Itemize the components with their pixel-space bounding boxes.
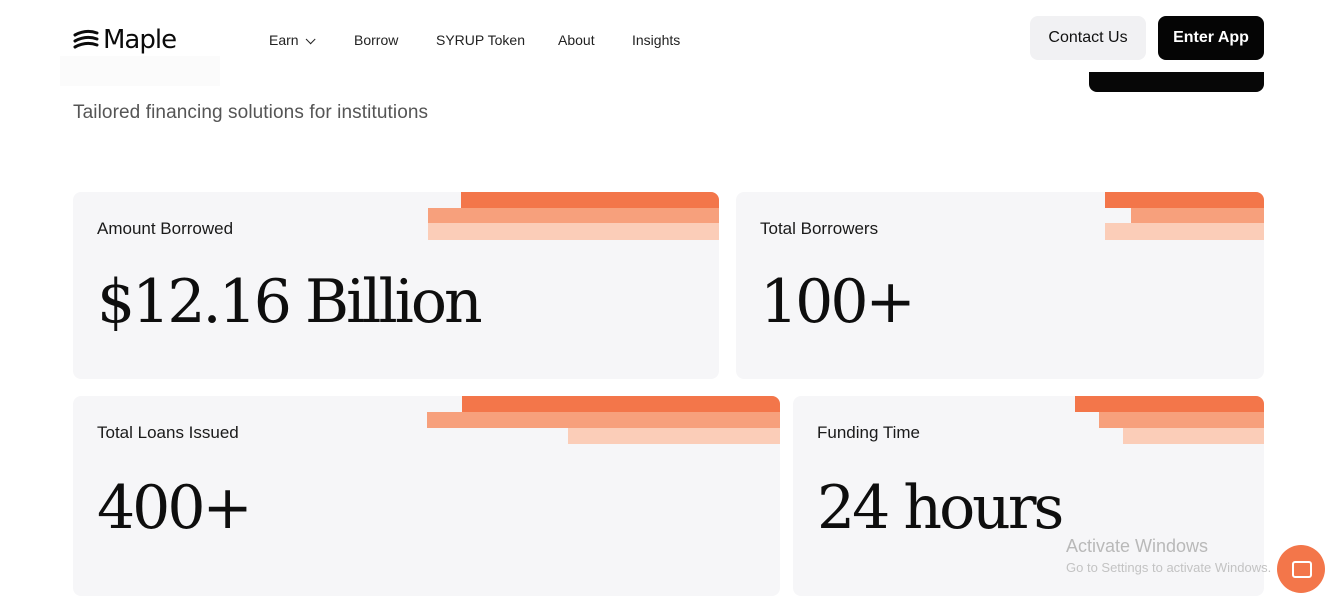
chat-icon[interactable] bbox=[1277, 545, 1325, 593]
stat-label: Amount Borrowed bbox=[97, 219, 234, 238]
maple-logo-icon bbox=[73, 29, 99, 49]
accent-stripe bbox=[1123, 428, 1264, 444]
background-shadow bbox=[60, 56, 220, 86]
watermark-title: Activate Windows bbox=[1066, 536, 1209, 556]
stat-value: $12.16 Billion bbox=[97, 267, 483, 337]
stat-label: Total Loans Issued bbox=[97, 423, 239, 442]
stat-label: Total Borrowers bbox=[760, 219, 879, 238]
stat-label: Funding Time bbox=[817, 423, 920, 442]
nav-insights[interactable]: Insights bbox=[632, 31, 680, 49]
watermark-subtitle: Go to Settings to activate Windows. bbox=[1066, 560, 1272, 575]
maple-logo[interactable]: Maple bbox=[73, 22, 177, 58]
stat-value: 400+ bbox=[97, 473, 253, 543]
stat-card-total-borrowers: Total Borrowers 100+ bbox=[736, 192, 1264, 379]
accent-stripe bbox=[568, 428, 780, 444]
nav-about[interactable]: About bbox=[558, 31, 595, 49]
stat-value: 24 hours bbox=[817, 473, 1064, 543]
accent-stripe bbox=[1075, 396, 1264, 412]
accent-stripe bbox=[1105, 192, 1264, 208]
contact-us-button[interactable]: Contact Us bbox=[1030, 16, 1146, 60]
accent-stripe bbox=[1105, 223, 1264, 240]
accent-stripe bbox=[1131, 208, 1264, 223]
accent-stripe bbox=[461, 192, 719, 208]
accent-stripe bbox=[427, 412, 780, 428]
chevron-down-icon bbox=[305, 34, 316, 45]
accent-stripe bbox=[462, 396, 780, 412]
enter-app-button[interactable]: Enter App bbox=[1158, 16, 1264, 60]
accent-stripe bbox=[428, 208, 719, 223]
stat-card-amount-borrowed: Amount Borrowed $12.16 Billion bbox=[73, 192, 719, 379]
hero-subtitle: Tailored financing solutions for institu… bbox=[73, 102, 429, 123]
stat-card-total-loans: Total Loans Issued 400+ bbox=[73, 396, 780, 596]
nav-syrup-token[interactable]: SYRUP Token bbox=[436, 31, 525, 49]
nav-borrow[interactable]: Borrow bbox=[354, 31, 398, 49]
accent-stripe bbox=[1099, 412, 1264, 428]
accent-stripe bbox=[428, 223, 719, 240]
background-dark-bar bbox=[1089, 72, 1264, 92]
activate-windows-watermark: Activate Windows Go to Settings to activ… bbox=[1066, 537, 1271, 574]
nav-earn-label: Earn bbox=[269, 32, 299, 48]
stat-value: 100+ bbox=[760, 267, 916, 337]
logo-text: Maple bbox=[103, 25, 177, 55]
nav-earn[interactable]: Earn bbox=[269, 31, 316, 49]
